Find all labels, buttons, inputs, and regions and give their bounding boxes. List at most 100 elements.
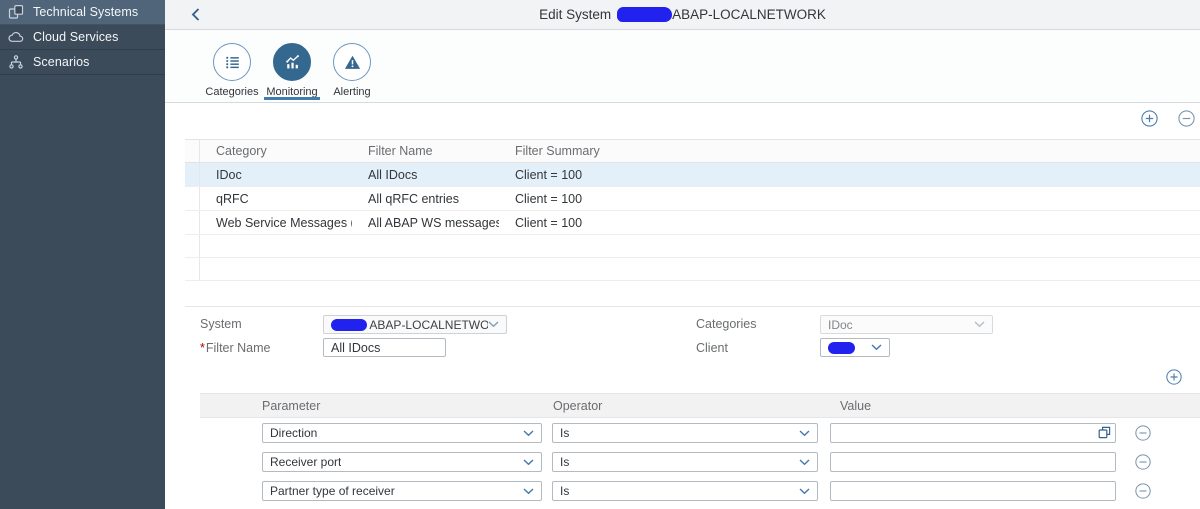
value-field-wrapper <box>830 423 1116 443</box>
value-input[interactable] <box>830 481 1116 501</box>
value-input[interactable] <box>830 423 1116 443</box>
filter-name-input[interactable] <box>323 338 446 357</box>
cell-filter-name: All IDocs <box>352 168 499 182</box>
client-label: Client <box>696 341 728 355</box>
cell-filter-summary: Client = 100 <box>499 168 1200 182</box>
remove-parameter-button[interactable] <box>1135 454 1152 471</box>
tab-alerting[interactable]: Alerting <box>322 30 382 102</box>
cell-filter-name: All qRFC entries <box>352 192 499 206</box>
list-icon <box>223 53 242 72</box>
tab-categories[interactable]: Categories <box>202 30 262 102</box>
title-suffix: ABAP-LOCALNETWORK <box>672 7 826 22</box>
main-panel: Edit System ABAP-LOCALNETWORK <box>165 0 1200 509</box>
tab-label: Alerting <box>333 86 370 98</box>
filters-table: Category Filter Name Filter Summary IDoc… <box>185 139 1200 281</box>
column-header-operator: Operator <box>553 399 602 413</box>
tab-label: Categories <box>205 86 258 98</box>
row-selector-cell[interactable] <box>185 235 200 257</box>
sidebar-item-label: Cloud Services <box>33 30 118 44</box>
cloud-icon <box>8 29 24 45</box>
column-header-value: Value <box>840 399 871 413</box>
chevron-down-icon <box>523 488 534 495</box>
cell-category: IDoc <box>200 168 352 182</box>
categories-label: Categories <box>696 317 756 331</box>
remove-circle-icon <box>1135 425 1151 441</box>
back-chevron-icon <box>191 8 200 21</box>
parameters-table-header: Parameter Operator Value <box>200 393 1200 418</box>
system-select[interactable]: ABAP-LOCALNETWORK <box>323 315 507 334</box>
add-circle-icon <box>1141 110 1158 127</box>
chart-icon <box>283 53 302 72</box>
title-prefix: Edit System <box>539 7 611 22</box>
row-selector-cell[interactable] <box>185 163 200 186</box>
back-button[interactable] <box>191 8 200 21</box>
table-row[interactable]: Web Service Messages (ABAP) All ABAP WS … <box>185 211 1200 235</box>
remove-circle-icon <box>1178 110 1195 127</box>
tab-label: Monitoring <box>266 86 317 98</box>
table-row[interactable]: IDoc All IDocs Client = 100 <box>185 163 1200 187</box>
value-help-icon <box>1098 426 1111 439</box>
parameter-select[interactable]: Partner type of receiver <box>262 481 542 501</box>
value-help-button[interactable] <box>1098 426 1111 439</box>
alert-triangle-icon <box>343 53 362 72</box>
table-row[interactable] <box>185 235 1200 258</box>
operator-select[interactable]: Is <box>552 481 818 501</box>
section-divider <box>185 306 1200 307</box>
table-row[interactable] <box>185 258 1200 281</box>
sidebar: Technical Systems Cloud Services Scenari… <box>0 0 165 509</box>
cell-category: qRFC <box>200 192 352 206</box>
scenarios-icon <box>8 54 24 70</box>
app-window: Technical Systems Cloud Services Scenari… <box>0 0 1200 509</box>
parameter-row: Direction Is <box>165 423 1200 443</box>
sidebar-item-technical-systems[interactable]: Technical Systems <box>0 0 165 25</box>
categories-select[interactable]: IDoc <box>820 315 993 334</box>
remove-filter-button[interactable] <box>1178 110 1195 127</box>
add-filter-button[interactable] <box>1141 110 1158 127</box>
column-header-parameter: Parameter <box>262 399 320 413</box>
value-input[interactable] <box>830 452 1116 472</box>
page-title: Edit System ABAP-LOCALNETWORK <box>539 7 826 22</box>
add-parameter-button[interactable] <box>1166 369 1183 386</box>
redaction-blob <box>331 319 367 331</box>
operator-select[interactable]: Is <box>552 423 818 443</box>
chevron-down-icon <box>523 430 534 437</box>
filters-table-body: IDoc All IDocs Client = 100 qRFC All qRF… <box>185 163 1200 281</box>
value-field-wrapper <box>830 481 1116 501</box>
table-row[interactable]: qRFC All qRFC entries Client = 100 <box>185 187 1200 211</box>
cell-category: Web Service Messages (ABAP) <box>200 216 352 230</box>
parameter-select[interactable]: Direction <box>262 423 542 443</box>
parameter-row: Partner type of receiver Is <box>165 481 1200 501</box>
chevron-down-icon <box>799 488 810 495</box>
redaction-blob <box>617 7 672 22</box>
system-label: System <box>200 317 242 331</box>
redaction-blob <box>828 342 855 354</box>
chevron-down-icon <box>799 430 810 437</box>
chevron-down-icon <box>871 344 882 351</box>
page-header: Edit System ABAP-LOCALNETWORK <box>165 0 1200 30</box>
sidebar-item-label: Technical Systems <box>33 5 138 19</box>
column-header-category: Category <box>200 144 352 158</box>
add-circle-icon <box>1166 369 1182 385</box>
cell-filter-summary: Client = 100 <box>499 192 1200 206</box>
chevron-down-icon <box>523 459 534 466</box>
remove-circle-icon <box>1135 454 1151 470</box>
remove-parameter-button[interactable] <box>1135 425 1152 442</box>
parameter-select[interactable]: Receiver port <box>262 452 542 472</box>
chevron-down-icon <box>488 321 499 328</box>
sidebar-item-scenarios[interactable]: Scenarios <box>0 50 165 75</box>
technical-systems-icon <box>8 4 24 20</box>
row-selector-cell[interactable] <box>185 258 200 280</box>
cell-filter-summary: Client = 100 <box>499 216 1200 230</box>
column-header-filter-name: Filter Name <box>352 144 499 158</box>
row-selector-cell[interactable] <box>185 211 200 234</box>
tab-monitoring[interactable]: Monitoring <box>262 30 322 102</box>
sidebar-item-cloud-services[interactable]: Cloud Services <box>0 25 165 50</box>
filter-name-label: *Filter Name <box>200 341 270 355</box>
sidebar-item-label: Scenarios <box>33 55 90 69</box>
remove-parameter-button[interactable] <box>1135 483 1152 500</box>
row-selector-cell[interactable] <box>185 187 200 210</box>
remove-circle-icon <box>1135 483 1151 499</box>
client-select[interactable] <box>820 338 890 357</box>
column-header-filter-summary: Filter Summary <box>499 144 1200 158</box>
operator-select[interactable]: Is <box>552 452 818 472</box>
